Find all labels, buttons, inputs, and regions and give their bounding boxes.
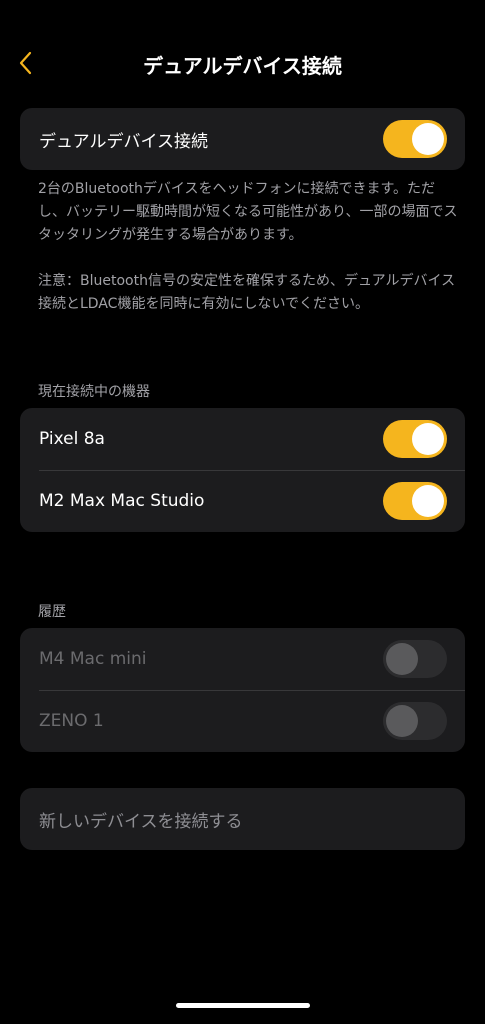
device-toggle-m2-max-mac-studio[interactable] [383, 482, 447, 520]
device-toggle-pixel-8a[interactable] [383, 420, 447, 458]
device-toggle-zeno-1[interactable] [383, 702, 447, 740]
page-title: デュアルデバイス接続 [143, 54, 342, 78]
dual-connection-description: 2台のBluetoothデバイスをヘッドフォンに接続できます。ただし、バッテリー… [38, 181, 458, 243]
back-button[interactable] [10, 48, 40, 78]
dual-connection-toggle[interactable] [383, 120, 447, 158]
history-header: 履歴 [38, 604, 66, 620]
chevron-left-icon [19, 51, 32, 75]
new-device-card: 新しいデバイスを接続する [20, 788, 465, 850]
device-row-zeno-1: ZENO 1 [20, 690, 465, 752]
history-devices-list: M4 Mac mini ZENO 1 [20, 628, 465, 752]
device-row-pixel-8a: Pixel 8a [20, 408, 465, 470]
connected-devices-header: 現在接続中の機器 [38, 384, 150, 400]
dual-connection-row: デュアルデバイス接続 [20, 108, 465, 170]
device-row-m4-mac-mini: M4 Mac mini [20, 628, 465, 690]
toggle-knob [412, 123, 444, 155]
toggle-knob [386, 643, 418, 675]
toggle-knob [386, 705, 418, 737]
connect-new-device-button[interactable]: 新しいデバイスを接続する [20, 788, 465, 850]
home-indicator[interactable] [176, 1003, 310, 1008]
dual-connection-card: デュアルデバイス接続 [20, 108, 465, 170]
navigation-bar: デュアルデバイス接続 [0, 36, 485, 92]
device-toggle-m4-mac-mini[interactable] [383, 640, 447, 678]
connected-devices-list: Pixel 8a M2 Max Mac Studio [20, 408, 465, 532]
dual-connection-note: 注意：Bluetooth信号の安定性を確保するため、デュアルデバイス接続とLDA… [38, 273, 456, 312]
screen: デュアルデバイス接続 デュアルデバイス接続 2台のBluetoothデバイスをヘ… [0, 0, 485, 1024]
toggle-knob [412, 485, 444, 517]
toggle-knob [412, 423, 444, 455]
device-row-m2-max-mac-studio: M2 Max Mac Studio [20, 470, 465, 532]
